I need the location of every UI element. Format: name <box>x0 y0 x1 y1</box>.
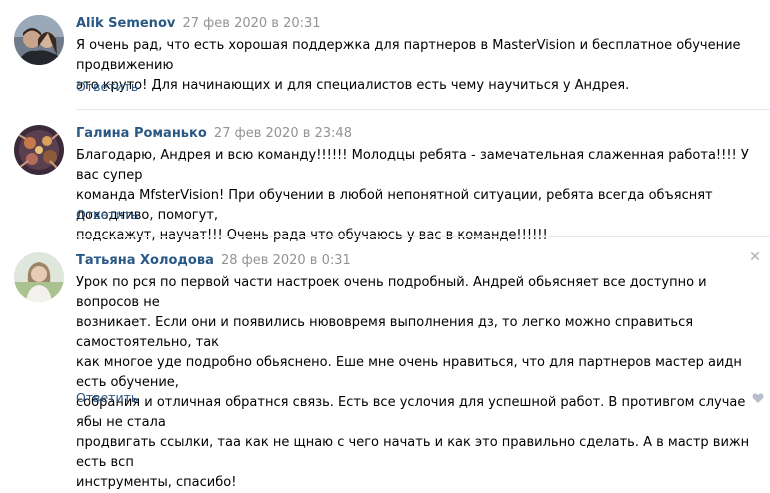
comment-header: Alik Semenov 27 фев 2020 в 20:31 <box>76 15 321 32</box>
comment-text-line: Благодарю, Андрея и всю команду!!!!!! Мо… <box>76 148 749 183</box>
avatar[interactable] <box>14 15 64 65</box>
comment-item: Татьяна Холодова 28 фев 2020 в 0:31 ✕ Ур… <box>0 237 770 490</box>
comment-author[interactable]: Галина Романько <box>76 126 207 141</box>
reply-link[interactable]: Ответить <box>76 390 138 406</box>
comment-text-line: продвигать ссылки, таа как не щнаю с чег… <box>76 435 750 470</box>
comment-text-line: как многое уде подробно обьяснено. Еше м… <box>76 355 742 390</box>
comment-text-line: инструменты, спасибо! <box>76 475 237 490</box>
avatar[interactable] <box>14 252 64 302</box>
comment-text-line: Я очень рад, что есть хорошая поддержка … <box>76 38 741 73</box>
comment-item: Галина Романько 27 фев 2020 в 23:48 Благ… <box>0 110 770 243</box>
heart-icon[interactable] <box>752 392 764 404</box>
comment-date[interactable]: 27 фев 2020 в 20:31 <box>183 16 321 31</box>
close-icon[interactable]: ✕ <box>749 250 761 264</box>
comment-text: Урок по рся по первой части настроек оче… <box>76 273 756 493</box>
avatar-photo <box>14 15 64 65</box>
comment-text: Благодарю, Андрея и всю команду!!!!!! Мо… <box>76 146 756 246</box>
comment-header: Галина Романько 27 фев 2020 в 23:48 <box>76 125 352 142</box>
comment-date[interactable]: 27 фев 2020 в 23:48 <box>214 126 352 141</box>
comment-author[interactable]: Татьяна Холодова <box>76 253 214 268</box>
avatar-photo <box>14 125 64 175</box>
comment-text-line: Урок по рся по первой части настроек оче… <box>76 275 707 310</box>
comment-item: Alik Semenov 27 фев 2020 в 20:31 Я очень… <box>0 0 770 110</box>
avatar-photo <box>14 252 64 302</box>
avatar[interactable] <box>14 125 64 175</box>
comment-date[interactable]: 28 фев 2020 в 0:31 <box>221 253 351 268</box>
comment-author[interactable]: Alik Semenov <box>76 16 175 31</box>
comment-text-line: возникает. Если они и появились нювоврем… <box>76 315 694 350</box>
reply-link[interactable]: Ответить <box>76 207 138 223</box>
comments-feed: Alik Semenov 27 фев 2020 в 20:31 Я очень… <box>0 0 770 490</box>
comment-text: Я очень рад, что есть хорошая поддержка … <box>76 36 756 96</box>
reply-link[interactable]: Ответить <box>76 79 138 95</box>
comment-text-line: команда MfsterVision! При обучении в люб… <box>76 188 713 223</box>
comment-header: Татьяна Холодова 28 фев 2020 в 0:31 <box>76 252 351 269</box>
comment-text-line: собрания и отличная обратнся связь. Есть… <box>76 395 746 430</box>
comment-text-line: это круто! Для начинающих и для специали… <box>76 78 630 93</box>
